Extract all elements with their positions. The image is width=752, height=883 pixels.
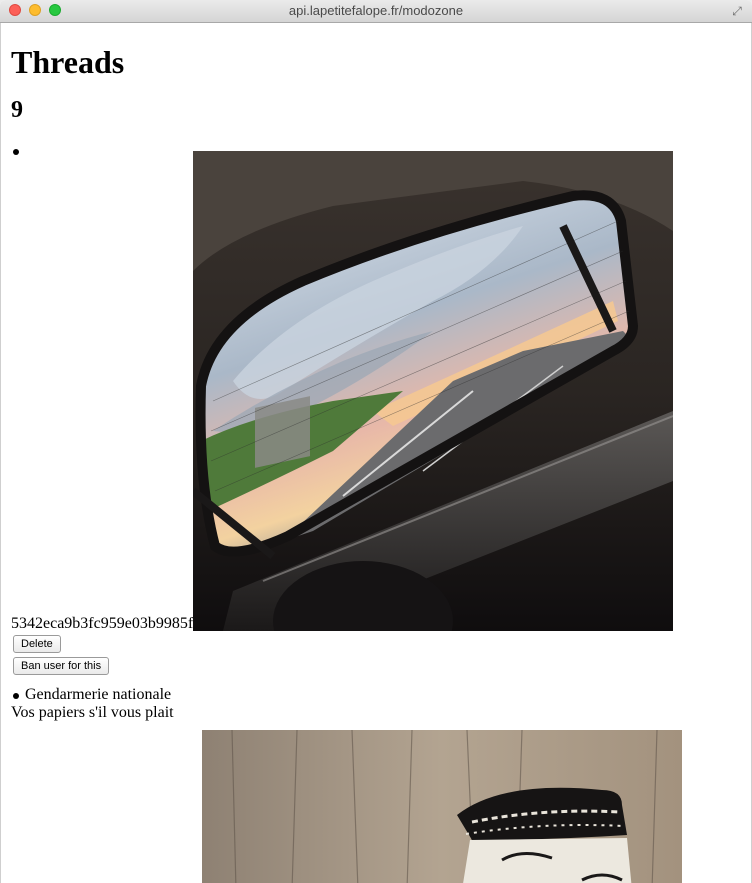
delete-button[interactable]: Delete — [13, 635, 61, 653]
thread-media-row: 5342eca9b3fc959e03b9985f — [11, 151, 741, 632]
close-window-button[interactable] — [9, 4, 21, 16]
bullet-icon — [13, 693, 19, 699]
title-bar: api.lapetitefalope.fr/modozone ⤢ — [0, 0, 752, 23]
thread-id: 5342eca9b3fc959e03b9985f — [11, 615, 194, 632]
thread-title: Gendarmerie nationale — [25, 686, 172, 703]
thread-list: 5342eca9b3fc959e03b9985f Delete Ban user… — [11, 142, 741, 883]
window-title-url: api.lapetitefalope.fr/modozone — [288, 3, 464, 18]
thread-media-row — [11, 730, 741, 883]
thread-count: 9 — [11, 97, 23, 123]
zoom-window-button[interactable] — [49, 4, 61, 16]
window-controls — [9, 4, 61, 16]
thread-item: Gendarmerie nationale Vos papiers s'il v… — [11, 686, 741, 883]
bullet-icon — [13, 149, 19, 155]
thread-image-gendarme — [202, 730, 682, 883]
fullscreen-icon[interactable]: ⤢ — [730, 4, 744, 18]
page-content: Threads 9 5342eca9b3fc959e03b9985f Delet… — [0, 23, 752, 883]
ban-user-button[interactable]: Ban user for this — [13, 657, 110, 675]
thread-item: 5342eca9b3fc959e03b9985f Delete Ban user… — [11, 142, 741, 675]
browser-window: api.lapetitefalope.fr/modozone ⤢ Threads… — [0, 0, 752, 883]
page-title: Threads — [11, 44, 125, 80]
thread-image-car-window — [193, 151, 674, 631]
minimize-window-button[interactable] — [29, 4, 41, 16]
thread-text: Vos papiers s'il vous plait — [11, 704, 174, 721]
